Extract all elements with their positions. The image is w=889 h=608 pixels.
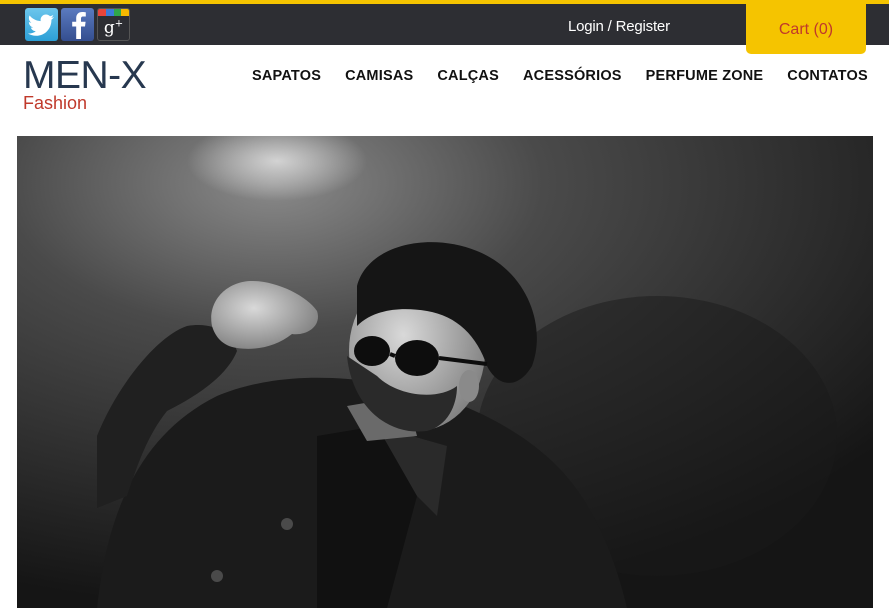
nav-item-camisas[interactable]: CAMISAS <box>345 68 413 84</box>
google-plus-glyph: g+ <box>103 17 124 38</box>
facebook-icon[interactable] <box>61 8 94 41</box>
hero-photo-illustration <box>17 136 873 608</box>
social-links: g+ <box>25 8 130 41</box>
brand-logo[interactable]: MEN-X Fashion <box>23 54 147 113</box>
google-plus-icon[interactable]: g+ <box>97 8 130 41</box>
cart-button[interactable]: Cart (0) <box>746 2 866 54</box>
brand-name: MEN-X <box>23 54 147 97</box>
login-register-link[interactable]: Login / Register <box>568 18 670 35</box>
nav-item-calcas[interactable]: CALÇAS <box>437 68 499 84</box>
hero-image <box>17 136 873 608</box>
nav-item-sapatos[interactable]: SAPATOS <box>252 68 321 84</box>
nav-item-acessorios[interactable]: ACESSÓRIOS <box>523 68 622 84</box>
google-color-strip <box>98 9 129 16</box>
nav-item-contatos[interactable]: CONTATOS <box>787 68 868 84</box>
nav-item-perfume-zone[interactable]: PERFUME ZONE <box>646 68 764 84</box>
main-nav: SAPATOS CAMISAS CALÇAS ACESSÓRIOS PERFUM… <box>252 68 868 84</box>
twitter-icon[interactable] <box>25 8 58 41</box>
